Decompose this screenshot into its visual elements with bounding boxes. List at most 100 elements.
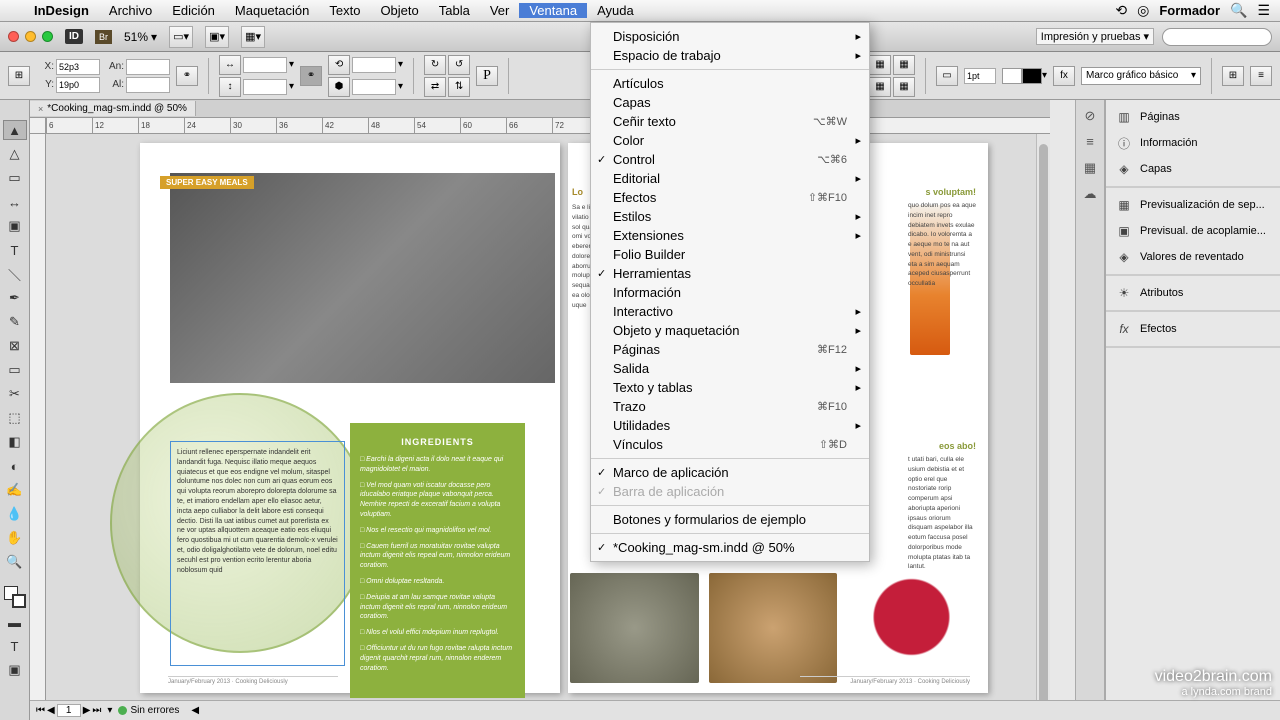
menu-item[interactable]: Información (591, 283, 869, 302)
arrange-button[interactable]: ▦▾ (241, 26, 265, 48)
rotate-field[interactable] (352, 57, 396, 73)
chevron-down-icon[interactable]: ▾ (289, 59, 294, 70)
col-text-2[interactable]: quo dolum pos ea aque incim inet repro d… (908, 201, 976, 289)
last-page-icon[interactable]: ⏭ (92, 705, 101, 716)
gradient-swatch-tool[interactable]: ◧ (3, 432, 27, 452)
h-scroll-left-icon[interactable]: ◀ (191, 705, 199, 716)
line-tool[interactable]: ＼ (3, 264, 27, 284)
direct-selection-tool[interactable]: △ (3, 144, 27, 164)
menu-ventana[interactable]: Ventana (519, 3, 587, 18)
scale-x-field[interactable] (243, 57, 287, 73)
content-collector-tool[interactable]: ▣ (3, 216, 27, 236)
zoom-window-button[interactable] (42, 31, 53, 42)
fill-stroke-icon[interactable] (4, 586, 26, 608)
eyedropper-tool[interactable]: 💧 (3, 504, 27, 524)
grid-icon[interactable]: ⊞ (1222, 66, 1244, 86)
open-doc-icon[interactable]: ▾ (107, 705, 112, 716)
page-tool[interactable]: ▭ (3, 168, 27, 188)
menu-item[interactable]: Editorial (591, 169, 869, 188)
panel-trap-presets[interactable]: ◈Valores de reventado (1106, 244, 1280, 270)
menu-archivo[interactable]: Archivo (99, 3, 162, 18)
next-page-icon[interactable]: ▶ (83, 705, 91, 716)
scissors-tool[interactable]: ✂ (3, 384, 27, 404)
pencil-tool[interactable]: ✎ (3, 312, 27, 332)
page-navigator[interactable]: ⏮ ◀ 1 ▶ ⏭ (36, 704, 101, 717)
user-label[interactable]: Formador (1159, 3, 1220, 18)
rectangle-frame-tool[interactable]: ⊠ (3, 336, 27, 356)
selection-tool[interactable]: ▲ (3, 120, 27, 140)
vertical-ruler[interactable] (30, 134, 46, 700)
swatches-icon[interactable]: ▦ (1080, 160, 1100, 178)
stroke-panel-icon[interactable]: ≡ (1080, 134, 1100, 152)
menu-extras-icon[interactable]: ☰ (1257, 2, 1270, 19)
chevron-down-icon[interactable]: ▾ (289, 81, 294, 92)
align-center-icon[interactable]: ▦ (893, 55, 915, 75)
menu-item[interactable]: Trazo⌘F10 (591, 397, 869, 416)
w-field[interactable] (126, 59, 170, 75)
align-left-icon[interactable]: ▦ (869, 55, 891, 75)
menu-item[interactable]: Objeto y maquetación (591, 321, 869, 340)
menu-item[interactable]: Efectos⇧⌘F10 (591, 188, 869, 207)
panel-paginas[interactable]: ▥Páginas (1106, 104, 1280, 130)
close-icon[interactable]: × (38, 104, 43, 114)
ingredients-panel[interactable]: INGREDIENTS □ Earchi la digeni acta il d… (350, 423, 525, 698)
horizontal-ruler[interactable]: 6121824303642485460667278849096102108 (46, 118, 1050, 134)
gap-tool[interactable]: ↔ (3, 192, 27, 212)
x-field[interactable] (56, 59, 100, 75)
first-page-icon[interactable]: ⏮ (36, 705, 45, 716)
constrain-icon[interactable]: ⚭ (176, 66, 198, 86)
minimize-window-button[interactable] (25, 31, 36, 42)
col-text-3[interactable]: t utati bari, culla ele usium debistia e… (908, 455, 976, 572)
p-icon[interactable]: P (476, 66, 498, 86)
panel-flatten-preview[interactable]: ▣Previsual. de acoplamie... (1106, 218, 1280, 244)
scale-y-field[interactable] (243, 79, 287, 95)
menu-item[interactable]: Folio Builder (591, 245, 869, 264)
reference-point-icon[interactable]: ⊞ (8, 66, 30, 86)
thumb-image-3[interactable] (847, 573, 976, 683)
panel-efectos[interactable]: fxEfectos (1106, 316, 1280, 342)
menu-item[interactable]: Páginas⌘F12 (591, 340, 869, 359)
prev-page-icon[interactable]: ◀ (47, 705, 55, 716)
zoom-level[interactable]: 51%▾ (124, 30, 157, 44)
note-tool[interactable]: ✍ (3, 480, 27, 500)
menu-item[interactable]: Vínculos⇧⌘D (591, 435, 869, 454)
scroll-thumb[interactable] (1039, 144, 1048, 700)
menu-maquetacion[interactable]: Maquetación (225, 3, 319, 18)
rectangle-tool[interactable]: ▭ (3, 360, 27, 380)
document-tab[interactable]: × *Cooking_mag-sm.indd @ 50% (30, 101, 196, 116)
object-style-select[interactable]: Marco gráfico básico▾ (1081, 67, 1201, 85)
stroke-swatch[interactable] (1022, 68, 1042, 84)
formatting-text-button[interactable]: T (3, 636, 27, 656)
menu-item[interactable]: Control⌥⌘6 (591, 150, 869, 169)
h-field[interactable] (126, 77, 170, 93)
links-icon[interactable]: ⊘ (1080, 108, 1100, 126)
hero-image-frame[interactable] (170, 173, 555, 383)
flip-v-icon[interactable]: ⇅ (448, 77, 470, 97)
type-tool[interactable]: T (3, 240, 27, 260)
menu-item[interactable]: Utilidades (591, 416, 869, 435)
fill-none-swatch[interactable] (1002, 68, 1022, 84)
screen-mode-button[interactable]: ▣ (3, 660, 27, 680)
ruler-origin[interactable] (30, 118, 46, 134)
menu-item[interactable]: Capas (591, 93, 869, 112)
rotate-ccw-icon[interactable]: ↺ (448, 55, 470, 75)
stroke-icon[interactable]: ▭ (936, 66, 958, 86)
menu-ver[interactable]: Ver (480, 3, 520, 18)
menu-item[interactable]: Marco de aplicación (591, 463, 869, 482)
menu-item[interactable]: Texto y tablas (591, 378, 869, 397)
spotlight-icon[interactable]: 🔍 (1230, 2, 1247, 19)
menu-item[interactable]: Espacio de trabajo (591, 46, 869, 65)
view-options-button[interactable]: ▭▾ (169, 26, 193, 48)
menu-item[interactable]: Artículos (591, 74, 869, 93)
menu-texto[interactable]: Texto (319, 3, 370, 18)
chevron-down-icon[interactable]: ▾ (1042, 70, 1047, 81)
gradient-feather-tool[interactable]: ◐ (3, 456, 27, 476)
cc-icon[interactable]: ◎ (1137, 2, 1149, 19)
sync-icon[interactable]: ⟲ (1115, 2, 1127, 19)
menu-item[interactable]: Color (591, 131, 869, 150)
constrain-scale-icon[interactable]: ⚭ (300, 66, 322, 86)
y-field[interactable] (56, 77, 100, 93)
cc-libs-icon[interactable]: ☁ (1080, 186, 1100, 204)
thumb-image-1[interactable] (570, 573, 699, 683)
preflight-status[interactable]: Sin errores (118, 705, 179, 716)
